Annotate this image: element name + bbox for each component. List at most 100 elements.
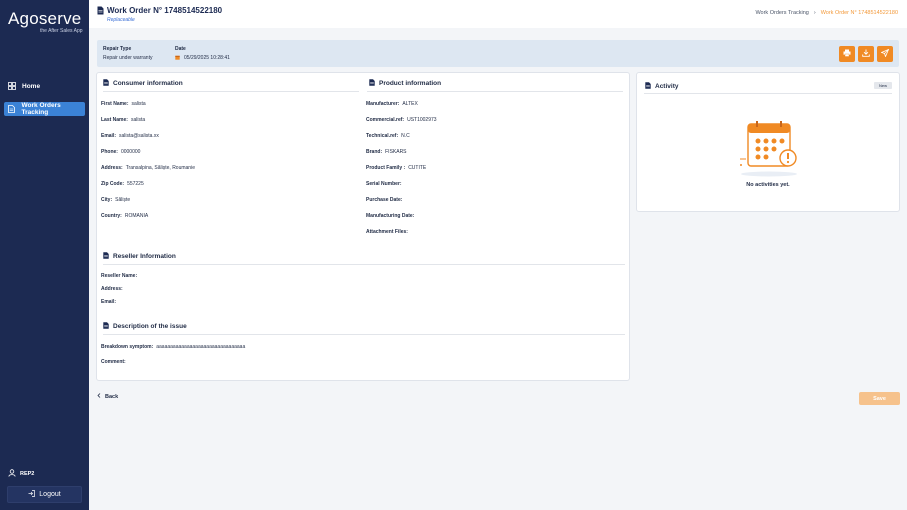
page-title: Work Order N° 1748514522180	[107, 6, 223, 15]
breadcrumb-item-current: Work Order N° 1748514522180	[820, 10, 898, 16]
field-value: salista	[130, 117, 146, 123]
field-label: City:	[101, 197, 113, 203]
field-product-family: Product Family : CUTITE	[366, 165, 426, 171]
field-value: UST1002973	[407, 117, 437, 123]
document-icon	[645, 82, 651, 91]
sidebar-item-home[interactable]: Home	[4, 79, 85, 93]
reseller-title-text: Reseller Information	[113, 253, 176, 260]
field-value: salista	[131, 101, 146, 107]
field-label: Product Family :	[366, 165, 406, 171]
field-value: CUTITE	[408, 165, 427, 171]
reseller-section-title: Reseller Information	[103, 252, 176, 261]
field-manufacturer: Manufacturer: ALTEX	[366, 101, 418, 107]
save-button[interactable]: Save	[859, 392, 900, 405]
field-value: 0000000	[120, 149, 141, 155]
print-icon	[843, 49, 851, 59]
field-country: Country: ROMANIA	[101, 213, 148, 219]
field-reseller-name: Reseller Name:	[101, 273, 140, 279]
field-serial-number: Serial Number:	[366, 181, 405, 187]
field-value: 557225	[127, 181, 144, 187]
document-icon	[369, 79, 375, 88]
field-first-name: First Name: salista	[101, 101, 146, 107]
grid-icon	[8, 82, 16, 90]
field-value: ALTEX	[402, 101, 418, 107]
date-label: Date	[175, 46, 186, 52]
empty-state-text: No activities yet.	[746, 182, 790, 188]
field-label: Country:	[101, 213, 122, 219]
field-value: Transalpina, Săliște, Roumanie	[125, 165, 195, 171]
field-label: Address:	[101, 286, 123, 292]
field-breakdown-symptom: Breakdown symptom: aaaaaaaaaaaaaaaaaaaaaa…	[101, 344, 245, 350]
user-icon	[8, 469, 16, 479]
field-address: Address: Transalpina, Săliște, Roumanie	[101, 165, 195, 171]
divider	[103, 334, 625, 335]
user-profile[interactable]: REP2	[8, 469, 34, 479]
user-name: REP2	[20, 471, 35, 477]
breadcrumb-item-work-orders-tracking[interactable]: Work Orders Tracking	[755, 10, 808, 16]
divider	[103, 264, 625, 265]
send-button[interactable]	[877, 46, 893, 62]
work-order-details-card: Consumer information First Name: salista …	[96, 72, 630, 381]
field-label: Reseller Name:	[101, 273, 138, 279]
field-zip-code: Zip Code: 557225	[101, 181, 144, 187]
sidebar-item-work-orders-tracking[interactable]: Work Orders Tracking	[4, 102, 85, 116]
field-email: Email: salista@salista.xx	[101, 133, 159, 139]
page-header: Work Order N° 1748514522180 Replaceable …	[89, 0, 907, 28]
field-label: First Name:	[101, 101, 129, 107]
field-label: Last Name:	[101, 117, 128, 123]
new-activity-button[interactable]: New	[874, 82, 892, 89]
field-label: Manufacturing Date:	[366, 213, 415, 219]
sidebar-item-label: Home	[22, 82, 41, 90]
document-icon	[8, 105, 16, 113]
field-brand: Brand: FISKARS	[366, 149, 407, 155]
repair-type-label: Repair Type	[103, 46, 132, 52]
field-last-name: Last Name: salista	[101, 117, 145, 123]
field-label: Phone:	[101, 149, 118, 155]
field-attachment-files: Attachment Files:	[366, 229, 411, 235]
date-value: 05/29/2025 10:28:41	[184, 55, 230, 61]
document-icon	[103, 252, 109, 261]
chevron-left-icon	[97, 393, 101, 400]
field-label: Email:	[101, 133, 117, 139]
repair-summary-bar: Repair Type Repair under warranty Date 0…	[97, 40, 899, 67]
field-label: Attachment Files:	[366, 229, 408, 235]
logout-button[interactable]: Logout	[7, 486, 82, 503]
field-manufacturing-date: Manufacturing Date:	[366, 213, 417, 219]
page-subtitle: Replaceable	[107, 17, 135, 23]
back-button[interactable]: Back	[97, 393, 118, 400]
back-label: Back	[105, 393, 119, 400]
field-label: Manufacturer:	[366, 101, 400, 107]
download-button[interactable]	[858, 46, 874, 62]
field-phone: Phone: 0000000	[101, 149, 140, 155]
app-logo: Agoserve	[8, 9, 82, 28]
document-icon	[103, 79, 109, 88]
activity-panel: Activity New No activities yet.	[636, 72, 900, 212]
product-section-title: Product information	[369, 79, 441, 88]
logout-icon	[28, 490, 36, 499]
activity-title: Activity	[645, 82, 678, 91]
repair-type-value: Repair under warranty	[103, 55, 153, 61]
field-value: FISKARS	[385, 149, 407, 155]
app-tagline: the After Sales App	[40, 28, 83, 34]
field-value: Săliște	[115, 197, 131, 203]
logout-label: Logout	[39, 491, 61, 498]
field-label: Commercial.ref:	[366, 117, 405, 123]
field-label: Breakdown symptom:	[101, 344, 154, 350]
field-reseller-email: Email:	[101, 299, 119, 305]
field-label: Technical.ref:	[366, 133, 399, 139]
field-label: Zip Code:	[101, 181, 125, 187]
send-icon	[880, 48, 890, 59]
field-value: aaaaaaaaaaaaaaaaaaaaaaaaaaaaaaaa	[156, 344, 246, 350]
field-value: salista@salista.xx	[119, 133, 159, 139]
download-icon	[862, 49, 870, 59]
field-technical-ref: Technical.ref: N.C	[366, 133, 410, 139]
chevron-right-icon: ›	[813, 10, 816, 16]
product-title-text: Product information	[379, 80, 442, 87]
field-purchase-date: Purchase Date:	[366, 197, 405, 203]
field-city: City: Săliște	[101, 197, 130, 203]
field-value: N.C	[401, 133, 410, 139]
print-button[interactable]	[839, 46, 855, 62]
field-label: Purchase Date:	[366, 197, 403, 203]
empty-calendar-illustration-icon	[738, 121, 800, 179]
document-icon	[103, 322, 109, 331]
